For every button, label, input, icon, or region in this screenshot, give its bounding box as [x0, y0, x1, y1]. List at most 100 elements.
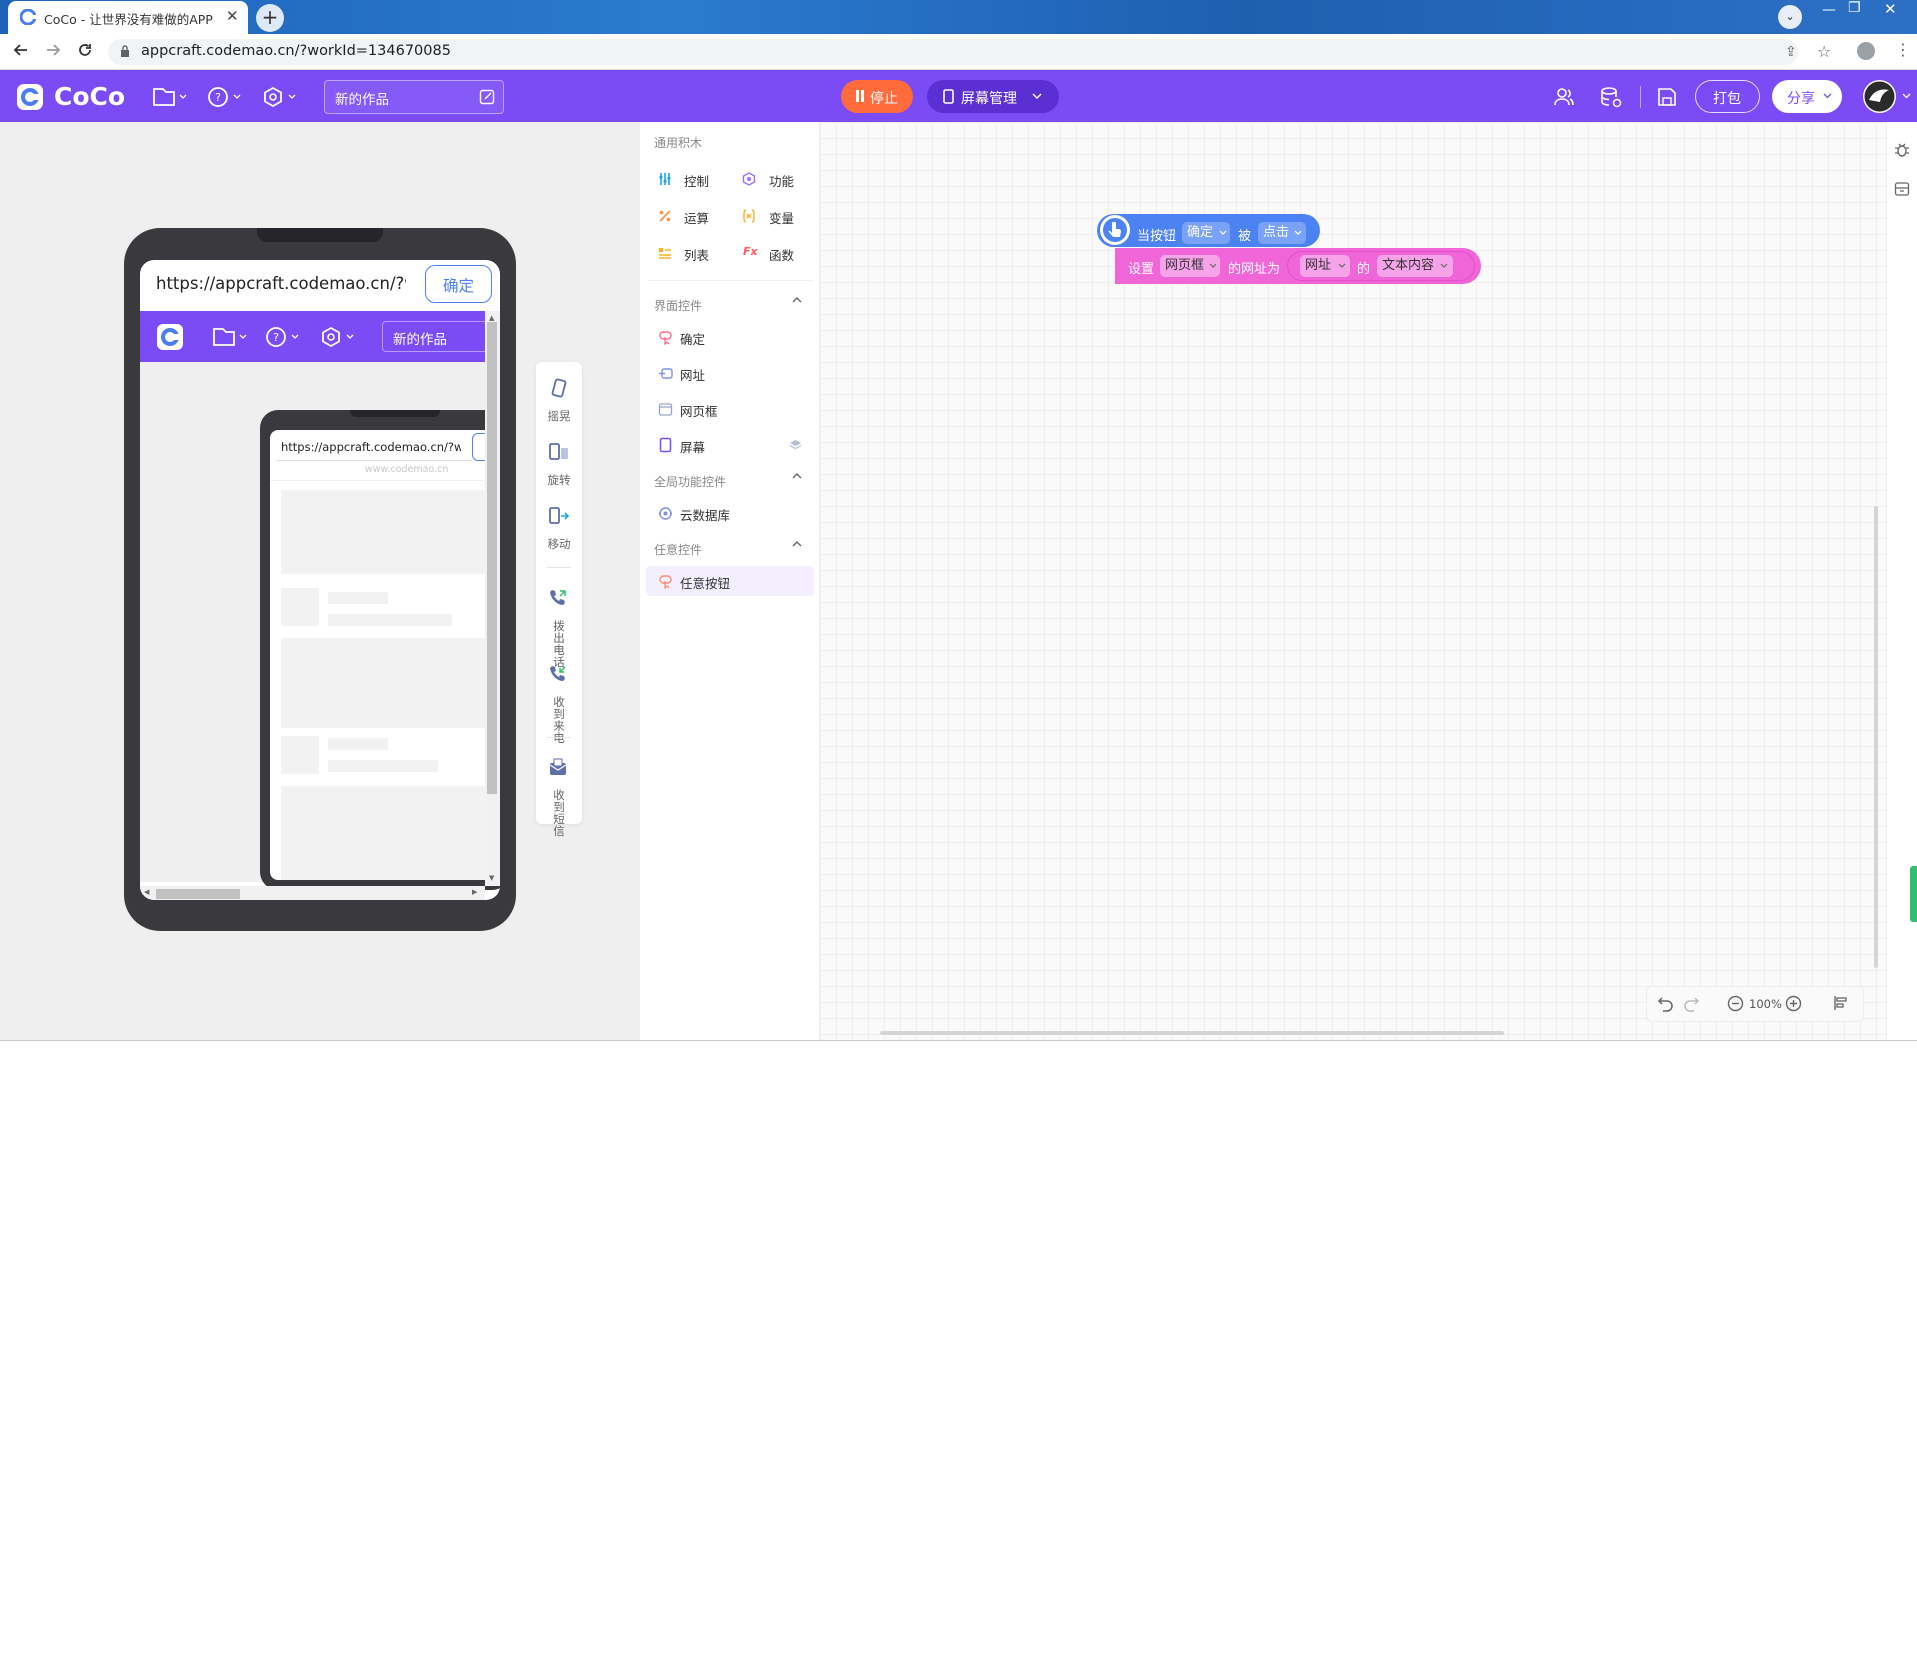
- move-label[interactable]: 移动: [536, 538, 582, 550]
- new-tab-button[interactable]: +: [256, 4, 284, 32]
- nested-url-field: https://appcraft.codemao.cn/?wc: [281, 440, 461, 454]
- undo-icon[interactable]: [1657, 994, 1675, 1012]
- palette-item-any-button[interactable]: 任意按钮: [680, 573, 730, 592]
- browser-menu-icon[interactable]: ⋮: [1895, 40, 1911, 59]
- palette-header-general: 通用积木: [654, 136, 703, 150]
- collapse-chevron-icon[interactable]: [792, 540, 802, 547]
- palette-item-variable[interactable]: 变量: [769, 208, 794, 227]
- tab-search-icon[interactable]: ⌄: [1778, 5, 1802, 29]
- event-prefix: 当按钮: [1137, 229, 1177, 244]
- back-icon[interactable]: [12, 41, 30, 59]
- sms-icon[interactable]: [548, 757, 568, 777]
- save-icon[interactable]: [1657, 87, 1677, 107]
- help-menu-icon[interactable]: ?: [207, 86, 243, 108]
- pause-icon: [855, 90, 865, 102]
- nested-divider: [276, 460, 472, 461]
- settings-menu-icon[interactable]: [262, 86, 298, 108]
- minimize-icon[interactable]: —: [1822, 2, 1836, 18]
- storage-icon[interactable]: [1894, 181, 1910, 197]
- list-icon: [658, 246, 672, 260]
- restore-icon[interactable]: ❐: [1848, 0, 1861, 16]
- share-chevron-icon: [1823, 93, 1832, 99]
- reload-icon[interactable]: [76, 41, 94, 59]
- coco-logo-icon[interactable]: [17, 84, 43, 110]
- phone-notch: [257, 228, 383, 242]
- preview-vertical-thumb[interactable]: [487, 322, 497, 794]
- preview-confirm-label: 确定: [443, 277, 475, 295]
- rotate-icon[interactable]: [548, 442, 570, 462]
- palette-item-screen[interactable]: 屏幕: [680, 437, 705, 456]
- shake-label[interactable]: 摇晃: [536, 410, 582, 422]
- workspace-horizontal-scrollbar[interactable]: [880, 1031, 1504, 1035]
- scroll-left-icon[interactable]: ◀: [144, 888, 149, 896]
- workspace-vertical-scrollbar[interactable]: [1874, 506, 1878, 968]
- rotate-label[interactable]: 旋转: [536, 474, 582, 486]
- edge-handle[interactable]: [1910, 866, 1917, 922]
- layers-icon[interactable]: [789, 439, 802, 450]
- skeleton-line: [328, 760, 438, 772]
- palette-item-list[interactable]: 列表: [684, 245, 709, 264]
- edit-title-icon[interactable]: [479, 89, 495, 105]
- palette-header-ui: 界面控件: [654, 299, 703, 313]
- incoming-call-icon[interactable]: [548, 664, 568, 684]
- dropdown-chevron-icon: [1219, 230, 1227, 236]
- browser-tab-bar: [0, 0, 1917, 34]
- bookmark-star-icon[interactable]: ☆: [1817, 42, 1831, 61]
- phone-screen: https://appcraft.codemao.cn/?wc 确定 ? 新的作…: [140, 260, 500, 900]
- skeleton-separator: [270, 480, 500, 481]
- reporter-property-text: 文本内容: [1382, 258, 1435, 273]
- outgoing-call-icon[interactable]: [548, 588, 568, 608]
- skeleton-thumb: [281, 588, 319, 626]
- input-widget-icon: [658, 366, 673, 381]
- palette-item-fx[interactable]: 函数: [769, 245, 794, 264]
- forward-icon[interactable]: [44, 41, 62, 59]
- palette-header-global: 全局功能控件: [654, 475, 727, 489]
- palette-item-webview[interactable]: 网页框: [680, 401, 718, 420]
- preview-horizontal-thumb[interactable]: [156, 889, 240, 899]
- palette-item-function[interactable]: 功能: [769, 171, 794, 190]
- shake-icon[interactable]: [549, 378, 569, 398]
- collapse-chevron-icon[interactable]: [792, 472, 802, 479]
- scroll-right-icon[interactable]: ▶: [472, 888, 477, 896]
- avatar-chevron-icon[interactable]: [1902, 93, 1911, 99]
- share-label: 分享: [1787, 91, 1815, 107]
- control-icon: [658, 172, 672, 186]
- screen-manage-label: 屏幕管理: [961, 91, 1017, 107]
- window-close-icon[interactable]: ✕: [1884, 0, 1897, 18]
- user-avatar[interactable]: [1863, 80, 1896, 113]
- skeleton-line: [328, 738, 388, 750]
- tab-favicon: [20, 9, 36, 25]
- database-icon[interactable]: [1600, 86, 1622, 108]
- file-menu-icon[interactable]: [152, 86, 188, 108]
- palette-item-control[interactable]: 控制: [684, 171, 709, 190]
- preview-logo-icon: [157, 324, 183, 350]
- debug-icon[interactable]: [1893, 141, 1911, 159]
- tab-close-icon[interactable]: ✕: [226, 7, 239, 25]
- preview-settings-icon: [320, 326, 356, 348]
- nested-watermark: www.codemao.cn: [365, 464, 449, 475]
- scroll-up-icon[interactable]: ▲: [489, 314, 494, 322]
- outgoing-call-label[interactable]: 拨出电话: [548, 620, 570, 668]
- scroll-down-icon[interactable]: ▼: [489, 874, 494, 882]
- preview-url-field[interactable]: https://appcraft.codemao.cn/?wc: [156, 274, 406, 293]
- profile-icon[interactable]: [1857, 42, 1875, 60]
- zoom-in-icon[interactable]: [1785, 995, 1802, 1012]
- palette-item-confirm[interactable]: 确定: [680, 329, 705, 348]
- nested-phone-notch: [350, 410, 440, 417]
- preview-help-icon: ?: [265, 326, 301, 348]
- share-page-icon[interactable]: ⇪: [1785, 44, 1797, 60]
- move-icon[interactable]: [548, 506, 570, 526]
- collapse-chevron-icon[interactable]: [792, 296, 802, 303]
- stop-label: 停止: [870, 91, 898, 107]
- palette-item-operator[interactable]: 运算: [684, 208, 709, 227]
- chevron-down-icon: [1032, 93, 1042, 100]
- align-blocks-icon[interactable]: [1833, 995, 1849, 1011]
- zoom-out-icon[interactable]: [1727, 995, 1744, 1012]
- redo-icon[interactable]: [1682, 994, 1700, 1012]
- palette-item-url[interactable]: 网址: [680, 365, 705, 384]
- set-prefix: 设置: [1128, 262, 1155, 277]
- svg-text:?: ?: [273, 331, 279, 344]
- sms-label[interactable]: 收到短信: [548, 789, 570, 837]
- collaborators-icon[interactable]: [1553, 86, 1575, 108]
- palette-item-cloud-db[interactable]: 云数据库: [680, 505, 730, 524]
